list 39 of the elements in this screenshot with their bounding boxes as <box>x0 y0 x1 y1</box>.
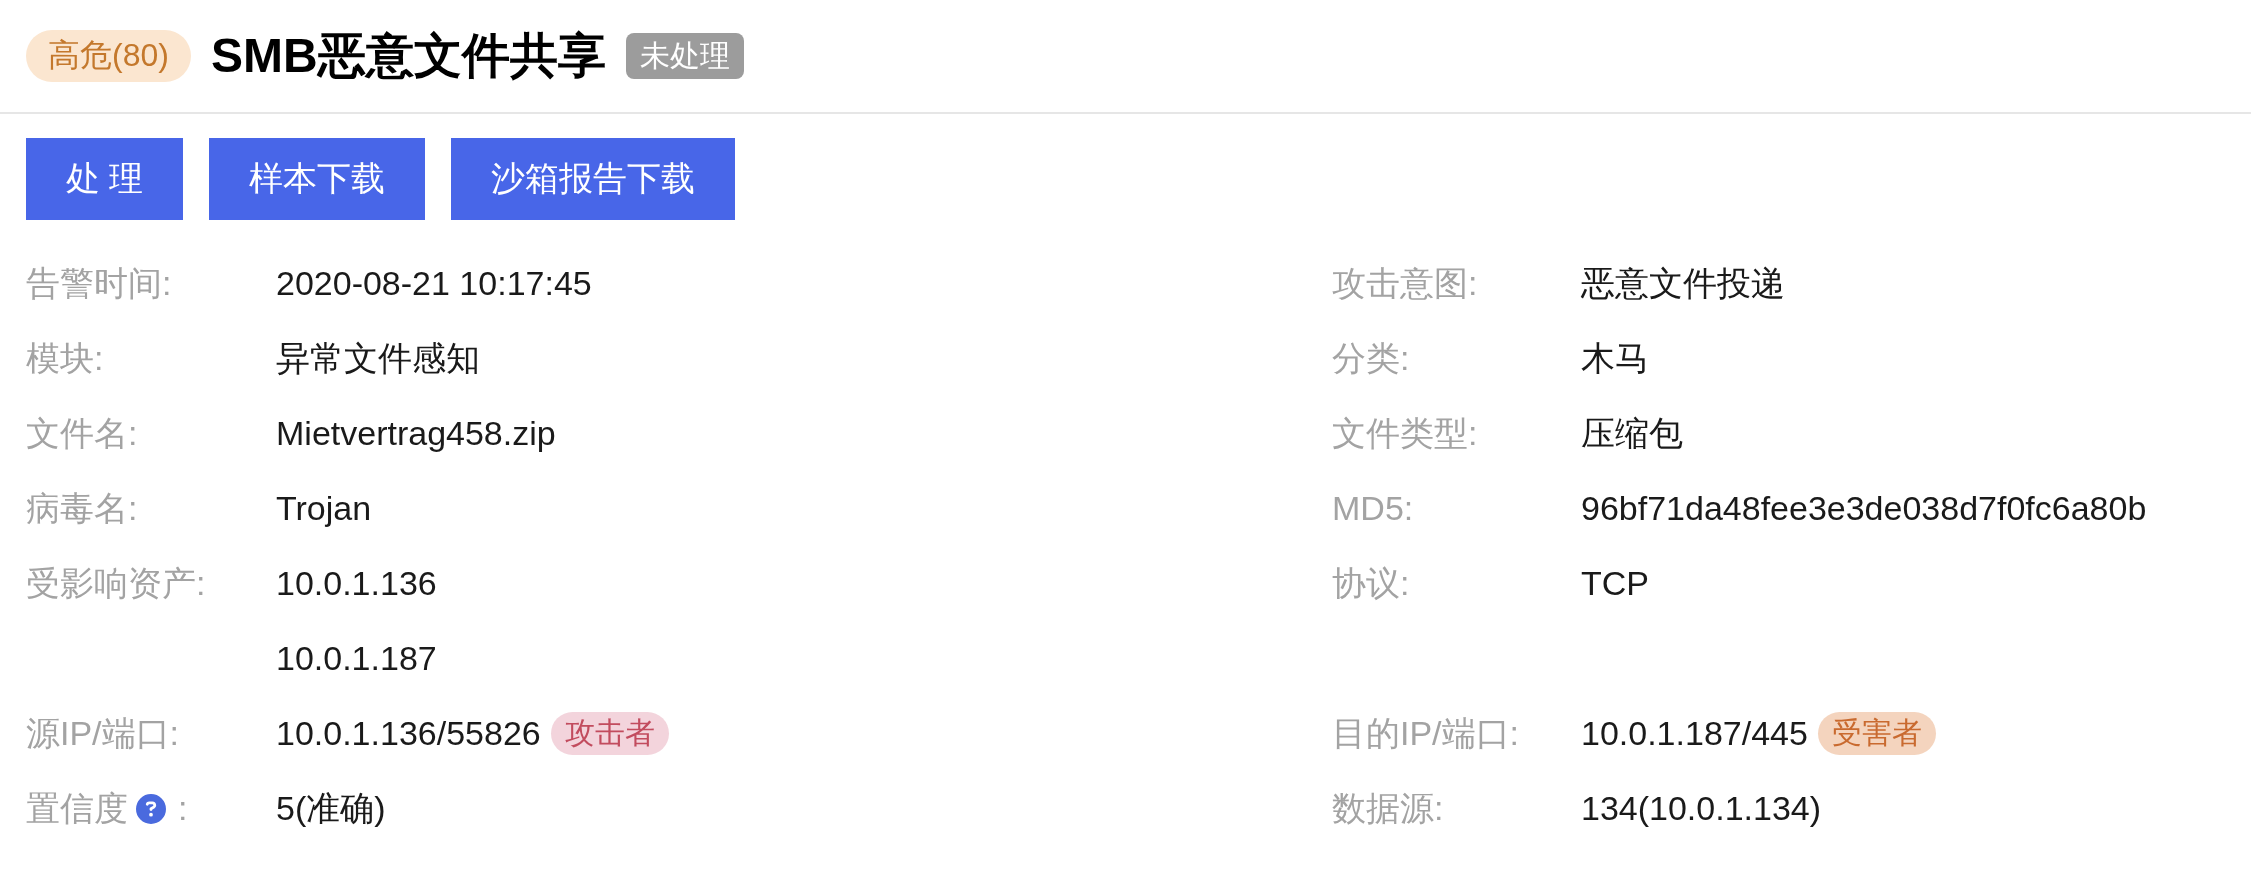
action-button[interactable]: 沙箱报告下载 <box>451 138 736 220</box>
severity-badge: 高危(80) <box>26 30 191 82</box>
field-label: 模块: <box>26 337 104 379</box>
field-label: 源IP/端口: <box>26 712 180 754</box>
field-value: 96bf71da48fee3e3de038d7f0fc6a80b <box>1581 489 2147 528</box>
action-button[interactable]: 处 理 <box>26 138 184 220</box>
field-value: 10.0.1.136/55826 <box>276 714 541 753</box>
help-icon[interactable] <box>136 793 166 824</box>
field-value: 恶意文件投递 <box>1581 262 1785 304</box>
field-label: 受影响资产: <box>26 562 206 604</box>
field-value: TCP <box>1581 564 1649 603</box>
field-value: 10.0.1.187/445 <box>1581 714 1808 753</box>
field-label: 文件名: <box>26 412 138 454</box>
field-label: 协议: <box>1332 562 1410 604</box>
field-label: 攻击意图: <box>1332 262 1478 304</box>
alert-title: SMB恶意文件共享 <box>210 28 606 84</box>
field-label: 数据源: <box>1332 787 1444 829</box>
field-value: 10.0.1.136 <box>276 564 437 603</box>
field-value: 木马 <box>1581 337 1649 379</box>
field-value: 10.0.1.187 <box>276 639 437 678</box>
role-tag: 攻击者 <box>550 712 669 755</box>
action-button[interactable]: 样本下载 <box>209 138 426 220</box>
status-badge: 未处理 <box>625 33 744 79</box>
field-value: 2020-08-21 10:17:45 <box>276 264 592 303</box>
field-value: 异常文件感知 <box>276 337 480 379</box>
field-label: 告警时间: <box>26 262 172 304</box>
field-value: 5(准确) <box>276 787 386 829</box>
field-label: 置信度 <box>26 787 128 829</box>
field-label: 目的IP/端口: <box>1332 712 1520 754</box>
role-tag: 受害者 <box>1817 712 1936 755</box>
field-value: Mietvertrag458.zip <box>276 414 556 453</box>
field-value: Trojan <box>276 489 372 528</box>
field-label: 病毒名: <box>26 487 138 529</box>
field-value: 压缩包 <box>1581 412 1683 454</box>
field-value: 134(10.0.1.134) <box>1581 789 1822 828</box>
field-label: MD5: <box>1332 489 1414 528</box>
field-label: 分类: <box>1332 337 1410 379</box>
label-colon: : <box>178 789 188 828</box>
field-label: 文件类型: <box>1332 412 1478 454</box>
